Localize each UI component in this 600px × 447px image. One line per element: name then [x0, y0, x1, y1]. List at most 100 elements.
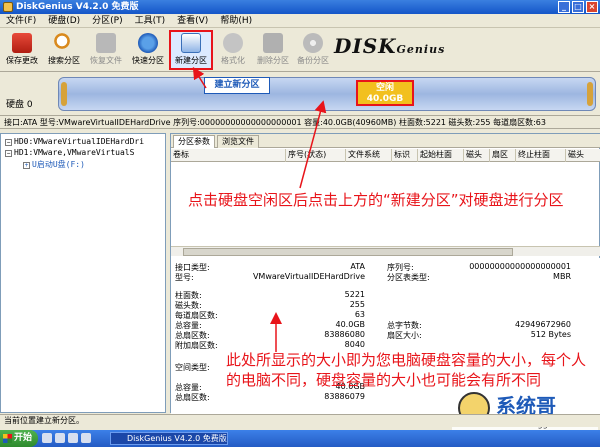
format-icon	[223, 33, 243, 53]
free-space-highlight[interactable]: 空闲 40.0GB	[356, 80, 414, 106]
sector-size-label: 扇区大小:	[387, 331, 422, 340]
sectors-per-track-value: 63	[354, 310, 365, 319]
toolbar-label: 格式化	[221, 56, 245, 65]
serial-value: 00000000000000000001	[469, 262, 571, 271]
minimize-button[interactable]: _	[558, 1, 570, 13]
disk-tree: − HD0:VMwareVirtualIDEHardDri − HD1:VMware…	[0, 133, 166, 413]
format-button[interactable]: 格式化	[214, 31, 252, 69]
quick-partition-icon	[138, 33, 158, 53]
extra-sectors-value: 8040	[344, 340, 365, 349]
logo-main: DISK	[334, 34, 397, 58]
tree-item-usb[interactable]: + U启动U盘(F:)	[23, 159, 85, 170]
backup-icon	[303, 33, 323, 53]
column-header[interactable]: 扇区	[489, 149, 515, 162]
disk-free-space-bar[interactable]: 空闲 40.0GB	[58, 77, 596, 111]
diskgenius-window: DiskGenius V4.2.0 免费版 _ □ × 文件(F) 硬盘(D) …	[0, 0, 600, 447]
recover-files-button[interactable]: 恢复文件	[87, 31, 125, 69]
new-partition-tooltip: 建立新分区	[204, 77, 270, 94]
menu-partition[interactable]: 分区(P)	[86, 14, 128, 27]
disk-info-line: 接口:ATA 型号:VMwareVirtualIDEHardDrive 序列号:…	[0, 115, 600, 129]
capacity-value: 40.0GB	[335, 320, 366, 329]
toolbar: 保存更改 搜索分区 恢复文件 快速分区 新建分区 格式化 删除分区 备份分区	[0, 28, 600, 72]
heads-value: 255	[349, 300, 365, 309]
menu-view[interactable]: 查看(V)	[171, 14, 214, 27]
disk-map-area: 硬盘 0 空闲 40.0GB	[0, 73, 600, 115]
quick-launch-icon[interactable]	[55, 433, 65, 443]
collapse-icon[interactable]: −	[5, 139, 12, 146]
logo-sub: Genius	[396, 43, 446, 56]
total-bytes-value: 42949672960	[515, 320, 571, 329]
quick-launch-icon[interactable]	[68, 433, 78, 443]
menu-help[interactable]: 帮助(H)	[214, 14, 258, 27]
menu-disk[interactable]: 硬盘(D)	[42, 14, 86, 27]
taskbar-item-diskgenius[interactable]: DiskGenius V4.2.0 免费版	[110, 432, 228, 445]
tree-item-label: HD1:VMware,VMwareVirtualS	[14, 148, 135, 157]
extra-sectors-label: 附加扇区数:	[175, 341, 218, 350]
free-sectors-label: 总扇区数:	[175, 393, 210, 402]
recover-icon	[96, 33, 116, 53]
column-header[interactable]: 卷标	[171, 149, 285, 162]
delete-icon	[263, 33, 283, 53]
toolbar-label: 新建分区	[175, 56, 207, 65]
free-space-size: 40.0GB	[366, 94, 404, 104]
column-header[interactable]: 标识	[391, 149, 417, 162]
quick-launch-icon[interactable]	[81, 433, 91, 443]
start-button[interactable]: 开始	[0, 430, 38, 447]
save-icon	[12, 33, 32, 53]
save-changes-button[interactable]: 保存更改	[3, 31, 41, 69]
search-icon	[54, 33, 74, 53]
tree-item-hd1[interactable]: − HD1:VMware,VMwareVirtualS	[5, 148, 134, 157]
toolbar-label: 恢复文件	[90, 56, 122, 65]
column-header[interactable]: 序号(状态)	[285, 149, 345, 162]
annotation-top: 点击硬盘空闲区后点击上方的“新建分区”对硬盘进行分区	[188, 191, 564, 209]
disk-label: 硬盘 0	[6, 100, 33, 110]
partition-table-label: 分区表类型:	[387, 273, 430, 282]
close-button[interactable]: ×	[586, 1, 598, 13]
site-watermark: 系统哥 www.xitongge.com	[452, 388, 598, 436]
tab-strip: 分区参数 浏览文件	[171, 134, 600, 148]
delete-partition-button[interactable]: 删除分区	[254, 31, 292, 69]
toolbar-label: 删除分区	[257, 56, 289, 65]
new-partition-button[interactable]: 新建分区	[169, 30, 213, 70]
tree-item-label: HD0:VMwareVirtualIDEHardDri	[14, 137, 145, 146]
tab-partition-params[interactable]: 分区参数	[173, 135, 215, 148]
quick-launch-icon[interactable]	[42, 433, 52, 443]
search-partition-button[interactable]: 搜索分区	[45, 31, 83, 69]
column-header[interactable]: 磁头	[565, 149, 600, 162]
menu-file[interactable]: 文件(F)	[0, 14, 42, 27]
column-header[interactable]: 磁头	[463, 149, 489, 162]
title-bar: DiskGenius V4.2.0 免费版 _ □ ×	[0, 0, 600, 14]
partition-table-value: MBR	[553, 272, 571, 281]
backup-partition-button[interactable]: 备份分区	[294, 31, 332, 69]
menu-tools[interactable]: 工具(T)	[129, 14, 172, 27]
annotation-bottom: 此处所显示的大小即为您电脑硬盘容量的大小，每个人的电脑不同，硬盘容量的大小也可能…	[226, 351, 587, 389]
menu-bar: 文件(F) 硬盘(D) 分区(P) 工具(T) 查看(V) 帮助(H)	[0, 14, 600, 28]
new-partition-icon	[181, 33, 201, 53]
app-icon	[3, 2, 13, 12]
partition-table-header: 卷标 序号(状态) 文件系统 标识 起始柱面 磁头 扇区 终止柱面 磁头	[171, 149, 600, 162]
total-sectors-value: 83886080	[324, 330, 365, 339]
column-header[interactable]: 终止柱面	[515, 149, 565, 162]
sector-size-value: 512 Bytes	[530, 330, 571, 339]
maximize-button[interactable]: □	[572, 1, 584, 13]
free-sectors-value: 83886079	[324, 392, 365, 401]
horizontal-scrollbar[interactable]	[171, 246, 600, 256]
quick-partition-button[interactable]: 快速分区	[129, 31, 167, 69]
tab-browse-files[interactable]: 浏览文件	[217, 135, 259, 148]
column-header[interactable]: 文件系统	[345, 149, 391, 162]
start-label: 开始	[14, 433, 33, 443]
tree-item-label: U启动U盘(F:)	[32, 160, 85, 169]
status-bar: 当前位置建立新分区。	[0, 414, 600, 427]
tree-item-hd0[interactable]: − HD0:VMwareVirtualIDEHardDri	[5, 137, 144, 146]
interface-value: ATA	[350, 262, 365, 271]
diskgenius-logo: DISKGenius	[334, 34, 445, 58]
toolbar-label: 快速分区	[132, 56, 164, 65]
toolbar-label: 保存更改	[6, 56, 38, 65]
window-title: DiskGenius V4.2.0 免费版	[16, 2, 139, 12]
taskbar: 开始 DiskGenius V4.2.0 免费版	[0, 430, 600, 447]
model-label: 型号:	[175, 273, 194, 282]
collapse-icon[interactable]: −	[5, 150, 12, 157]
expand-icon[interactable]: +	[23, 162, 30, 169]
column-header[interactable]: 起始柱面	[417, 149, 463, 162]
toolbar-label: 搜索分区	[48, 56, 80, 65]
